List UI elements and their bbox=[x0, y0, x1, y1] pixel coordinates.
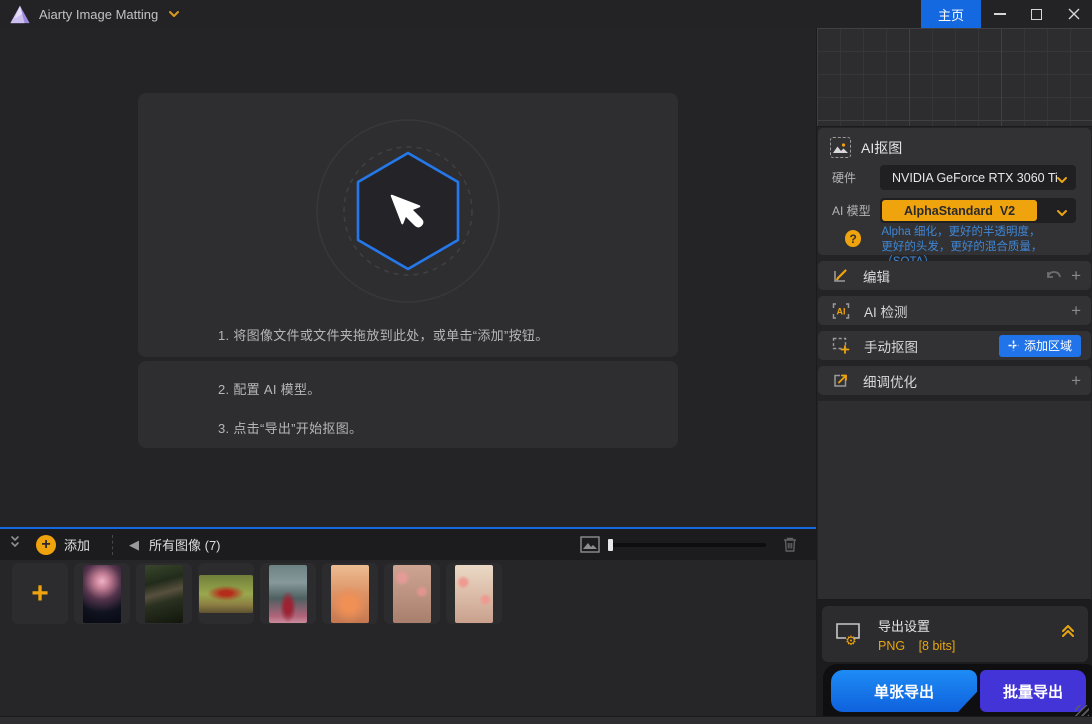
gear-icon: ⚙ bbox=[845, 633, 857, 647]
titlebar: Aiarty Image Matting 主页 bbox=[0, 0, 1092, 28]
thumbnail-tile-jellyfish[interactable] bbox=[74, 563, 130, 624]
sidebar-empty-area bbox=[818, 401, 1091, 600]
thumbnail-image-garden-roses bbox=[393, 565, 431, 623]
slider-handle[interactable] bbox=[608, 539, 613, 551]
panel-ai-detection[interactable]: AI AI 检测 + bbox=[818, 296, 1091, 325]
panel-edit-label: 编辑 bbox=[863, 266, 890, 286]
thumbnail-tile-orange-flowers[interactable] bbox=[322, 563, 378, 624]
export-bits: [8 bits] bbox=[919, 639, 956, 653]
instruction-box: 2. 配置 AI 模型。 3. 点击“导出”开始抠图。 bbox=[138, 361, 678, 448]
hardware-dropdown[interactable]: NVIDIA GeForce RTX 3060 Ti bbox=[880, 165, 1076, 190]
instruction-step-2: 2. 配置 AI 模型。 bbox=[218, 379, 321, 398]
panel-edit[interactable]: 编辑 + bbox=[818, 261, 1091, 290]
toolbar-divider bbox=[112, 535, 113, 555]
svg-text:AI: AI bbox=[837, 306, 846, 316]
instruction-step-1: 1. 将图像文件或文件夹拖放到此处，或单击“添加”按钮。 bbox=[218, 325, 549, 344]
expand-plus-icon[interactable]: + bbox=[1071, 372, 1081, 389]
drop-zone[interactable]: 1. 将图像文件或文件夹拖放到此处，或单击“添加”按钮。 bbox=[138, 93, 678, 357]
home-button[interactable]: 主页 bbox=[921, 0, 981, 28]
model-hint-line1: Alpha 细化，更好的半透明度， bbox=[881, 226, 1040, 238]
app-window: Aiarty Image Matting 主页 1. bbox=[0, 0, 1092, 724]
model-dropdown[interactable]: AlphaStandard V2 bbox=[880, 198, 1076, 223]
manual-select-icon bbox=[832, 337, 850, 354]
add-image-tile[interactable]: + bbox=[12, 563, 68, 624]
thumbnail-tile-red-dress[interactable] bbox=[260, 563, 316, 624]
thumbnail-image-forest-axe bbox=[145, 565, 183, 623]
gallery-toolbar: + 添加 ◀ 所有图像 (7) bbox=[0, 529, 816, 560]
collapse-chevrons-up-icon[interactable] bbox=[1060, 623, 1076, 644]
expand-plus-icon[interactable]: + bbox=[1071, 267, 1081, 284]
export-settings-title: 导出设置 bbox=[878, 616, 955, 635]
minimize-button[interactable] bbox=[981, 0, 1018, 28]
fine-tune-icon bbox=[832, 372, 849, 389]
export-format: PNG bbox=[878, 639, 905, 653]
gallery-filter-label: 所有图像 (7) bbox=[149, 535, 221, 554]
back-arrow-icon[interactable]: ◀ bbox=[129, 537, 139, 553]
panel-ai-detection-label: AI 检测 bbox=[864, 301, 908, 321]
preview-grid-area bbox=[817, 28, 1092, 127]
export-settings-icon: ⚙ bbox=[834, 621, 864, 647]
right-sidebar: AI抠图 硬件 NVIDIA GeForce RTX 3060 Ti AI 模型… bbox=[816, 28, 1092, 724]
thumbnail-tile-bike[interactable] bbox=[198, 563, 254, 624]
batch-export-button[interactable]: 批量导出 bbox=[980, 670, 1086, 712]
instruction-step-3: 3. 点击“导出”开始抠图。 bbox=[218, 418, 362, 437]
add-region-plus-icon bbox=[1008, 340, 1019, 351]
thumbnail-tile-garden-roses[interactable] bbox=[384, 563, 440, 624]
chevron-down-icon bbox=[1056, 204, 1068, 222]
panel-manual-matting-label: 手动抠图 bbox=[864, 336, 918, 356]
expand-plus-icon[interactable]: + bbox=[1071, 302, 1081, 319]
export-dock: ⚙ 导出设置 PNG [8 bits] 单张导出 bbox=[817, 600, 1092, 722]
plus-icon: + bbox=[31, 579, 49, 609]
app-title: Aiarty Image Matting bbox=[39, 7, 158, 22]
collapse-gallery-chevrons-down-icon[interactable] bbox=[8, 534, 22, 555]
add-images-label: 添加 bbox=[64, 535, 90, 554]
hardware-label: 硬件 bbox=[832, 169, 878, 186]
thumbnail-image-jellyfish bbox=[83, 565, 121, 623]
maximize-button[interactable] bbox=[1018, 0, 1055, 28]
minimize-icon bbox=[994, 13, 1006, 15]
export-settings-panel[interactable]: ⚙ 导出设置 PNG [8 bits] bbox=[822, 606, 1088, 662]
thumbnail-size-icon bbox=[580, 536, 600, 553]
gallery-panel: + 添加 ◀ 所有图像 (7) + bbox=[0, 527, 816, 716]
ai-matting-header: AI抠图 bbox=[818, 128, 1091, 158]
model-label: AI 模型 bbox=[832, 202, 878, 219]
ai-matting-title: AI抠图 bbox=[861, 138, 902, 158]
maximize-icon bbox=[1031, 9, 1042, 20]
thumbnail-tile-cream-flowers[interactable] bbox=[446, 563, 502, 624]
window-footer-strip bbox=[0, 716, 1092, 724]
undo-icon[interactable] bbox=[1045, 269, 1063, 283]
thumbnail-image-orange-flowers bbox=[331, 565, 369, 623]
thumbnail-strip: + bbox=[12, 563, 502, 624]
main-canvas: 1. 将图像文件或文件夹拖放到此处，或单击“添加”按钮。 2. 配置 AI 模型… bbox=[0, 28, 816, 527]
model-hint-line2: 更好的头发，更好的混合质量， bbox=[881, 241, 1042, 253]
export-buttons-plate: 单张导出 批量导出 bbox=[823, 664, 1092, 716]
trash-icon[interactable] bbox=[782, 536, 798, 553]
close-icon bbox=[1068, 8, 1080, 20]
thumbnail-image-bike bbox=[199, 575, 253, 613]
add-images-button[interactable]: + bbox=[36, 535, 56, 555]
model-value-pill: AlphaStandard V2 bbox=[882, 200, 1037, 221]
panel-fine-tune-label: 细调优化 bbox=[863, 371, 917, 391]
add-region-label: 添加区域 bbox=[1024, 337, 1072, 354]
app-logo-icon bbox=[9, 3, 31, 25]
image-matting-icon bbox=[830, 137, 851, 158]
single-export-button[interactable]: 单张导出 bbox=[831, 670, 977, 712]
panel-manual-matting[interactable]: 手动抠图 添加区域 bbox=[818, 331, 1091, 360]
chevron-down-icon bbox=[1056, 171, 1068, 189]
thumbnail-zoom-slider[interactable] bbox=[608, 543, 766, 547]
help-icon[interactable]: ? bbox=[845, 230, 861, 247]
hardware-value: NVIDIA GeForce RTX 3060 Ti bbox=[892, 171, 1058, 185]
drop-zone-graphic bbox=[308, 111, 508, 311]
thumbnail-image-cream-flowers bbox=[455, 565, 493, 623]
app-menu-chevron-down-icon[interactable] bbox=[168, 10, 180, 18]
add-region-button[interactable]: 添加区域 bbox=[999, 335, 1081, 357]
ai-detect-icon: AI bbox=[832, 303, 850, 319]
thumbnail-image-red-dress bbox=[269, 565, 307, 623]
panel-fine-tune[interactable]: 细调优化 + bbox=[818, 366, 1091, 395]
thumbnail-tile-forest-axe[interactable] bbox=[136, 563, 192, 624]
panel-ai-matting: AI抠图 硬件 NVIDIA GeForce RTX 3060 Ti AI 模型… bbox=[818, 128, 1091, 255]
edit-pencil-icon bbox=[832, 267, 849, 284]
close-button[interactable] bbox=[1055, 0, 1092, 28]
